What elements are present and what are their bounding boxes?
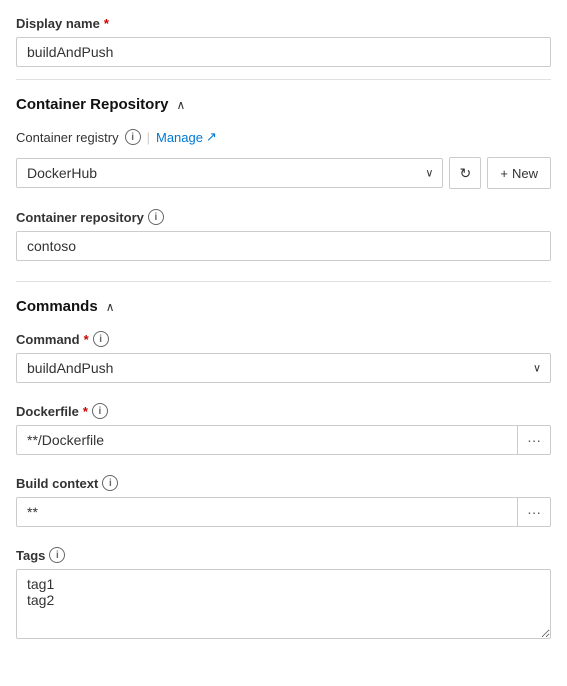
commands-divider [16,281,551,282]
registry-pipe: | [147,130,150,145]
dockerfile-browse-icon: ··· [527,432,541,448]
registry-new-button[interactable]: + New [487,157,551,189]
container-registry-label: Container registry [16,130,119,145]
dockerfile-input[interactable] [16,425,517,455]
container-repository-label: Container repository i [16,209,551,225]
container-repository-header: Container Repository ∧ [16,96,551,113]
container-repository-chevron[interactable]: ∧ [177,98,186,112]
refresh-icon: ↻ [460,165,472,182]
build-context-browse-button[interactable]: ··· [517,497,551,527]
dockerfile-field: Dockerfile * i ··· [16,403,551,455]
build-context-input[interactable] [16,497,517,527]
registry-refresh-button[interactable]: ↻ [449,157,481,189]
new-plus-icon: + [500,166,508,181]
manage-label: Manage [156,130,203,145]
build-context-field: Build context i ··· [16,475,551,527]
display-name-required: * [104,16,109,31]
command-label: Command * i [16,331,551,347]
dockerfile-label: Dockerfile * i [16,403,551,419]
registry-select-wrapper: DockerHub Azure Container Registry ∨ ↻ +… [16,157,551,189]
container-repository-field: Container repository i [16,209,551,261]
container-repository-label-text: Container repository [16,210,144,225]
build-context-label: Build context i [16,475,551,491]
container-registry-info-icon[interactable]: i [125,129,141,145]
registry-select-container: DockerHub Azure Container Registry ∨ [16,158,443,188]
manage-external-icon: ↗ [206,129,217,145]
tags-field: Tags i tag1 tag2 [16,547,551,642]
dockerfile-browse-button[interactable]: ··· [517,425,551,455]
dockerfile-info-icon[interactable]: i [92,403,108,419]
tags-label: Tags i [16,547,551,563]
tags-textarea[interactable]: tag1 tag2 [16,569,551,639]
container-registry-row: Container registry i | Manage ↗ [16,129,551,145]
container-repository-info-icon[interactable]: i [148,209,164,225]
registry-select[interactable]: DockerHub Azure Container Registry [16,158,443,188]
container-repository-input[interactable] [16,231,551,261]
build-context-info-icon[interactable]: i [102,475,118,491]
command-field: Command * i buildAndPush build push ∨ [16,331,551,383]
display-name-section: Display name * [16,16,551,67]
command-select[interactable]: buildAndPush build push [16,353,551,383]
commands-title: Commands [16,298,98,315]
command-select-container: buildAndPush build push ∨ [16,353,551,383]
new-button-label: New [512,166,538,181]
dockerfile-required: * [83,404,88,419]
container-repository-title: Container Repository [16,96,169,113]
display-name-label: Display name * [16,16,551,31]
build-context-label-text: Build context [16,476,98,491]
display-name-input[interactable] [16,37,551,67]
tags-info-icon[interactable]: i [49,547,65,563]
manage-link[interactable]: Manage ↗ [156,129,217,145]
dockerfile-input-row: ··· [16,425,551,455]
command-info-icon[interactable]: i [93,331,109,347]
command-required: * [84,332,89,347]
commands-header: Commands ∧ [16,298,551,315]
command-label-text: Command [16,332,80,347]
build-context-input-row: ··· [16,497,551,527]
commands-chevron[interactable]: ∧ [106,300,115,314]
registry-select-group: DockerHub Azure Container Registry ∨ ↻ +… [16,157,551,189]
display-name-label-text: Display name [16,16,100,31]
container-repo-divider [16,79,551,80]
tags-label-text: Tags [16,548,45,563]
build-context-browse-icon: ··· [527,504,541,520]
dockerfile-label-text: Dockerfile [16,404,79,419]
